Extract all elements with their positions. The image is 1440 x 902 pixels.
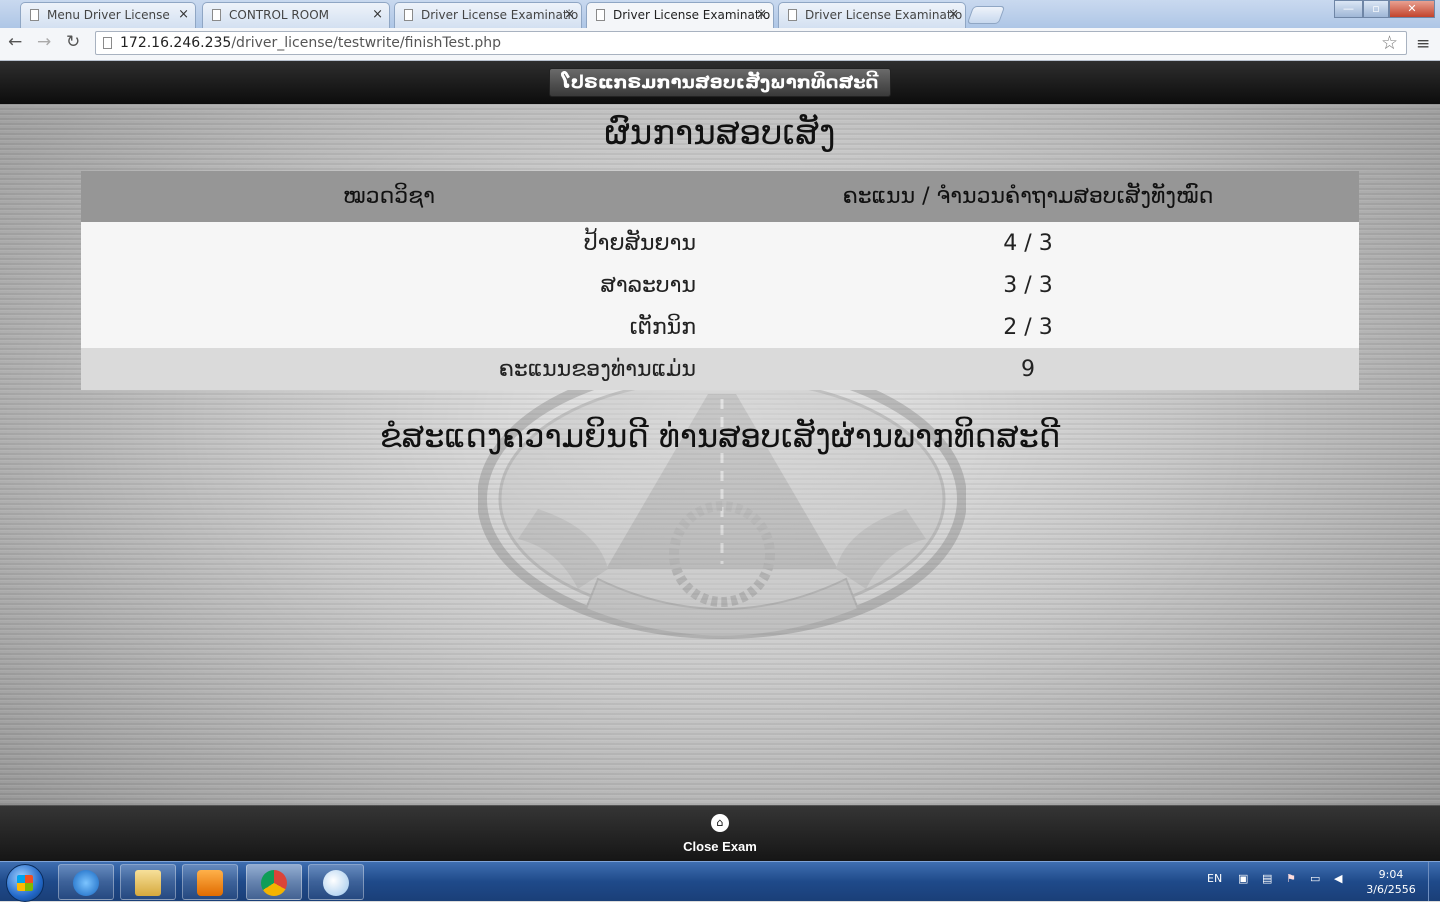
subject-cell: ສາລະບານ [81,264,697,306]
page-icon [788,9,797,21]
page-icon [404,9,413,21]
total-row: ຄະແນນຂອງທ່ານແມ່ນ 9 [81,348,1359,390]
url-host: 172.16.246.235 [120,35,232,51]
chrome-icon [261,870,287,896]
tab-close-icon[interactable]: × [372,7,383,22]
footer-bar: ⌂ Close Exam [0,805,1440,861]
tab-close-icon[interactable]: × [564,7,575,22]
address-bar[interactable]: 172.16.246.235/driver_license/testwrite/… [95,31,1407,55]
home-icon[interactable]: ⌂ [711,814,729,832]
tab-close-icon[interactable]: × [948,7,959,22]
page-icon [212,9,221,21]
url-path: /driver_license/testwrite/finishTest.php [231,35,502,51]
device-tray-icon[interactable]: ▤ [1262,872,1272,885]
network-tray-icon[interactable]: ▣ [1238,872,1248,885]
tab-close-icon[interactable]: × [178,7,189,22]
page-icon [596,9,605,21]
file-explorer-taskbar-icon[interactable] [120,864,176,900]
tab-driver-license-1[interactable]: Driver License Examinatio × [394,2,582,28]
forward-arrow-icon[interactable]: → [37,32,51,52]
action-center-flag-icon[interactable]: ⚑ [1286,872,1296,885]
tab-label: Driver License Examinatio [805,8,963,22]
table-header-row: ໝວດວິຊາ ຄະແນນ / ຈຳນວນຄຳຖາມສອບເສັງທັງໝົດ [81,171,1359,222]
bookmark-star-icon[interactable]: ☆ [1381,32,1398,54]
score-cell: 4 / 3 [697,222,1359,264]
subject-cell: ປ້າຍສັນຍານ [81,222,697,264]
column-header-score: ຄະແນນ / ຈຳນວນຄຳຖາມສອບເສັງທັງໝົດ [697,171,1359,222]
total-label: ຄະແນນຂອງທ່ານແມ່ນ [81,348,697,390]
restore-button[interactable]: ▫ [1363,0,1389,18]
table-row: ເຕັກນິກ 2 / 3 [81,306,1359,348]
ie-icon [73,870,99,896]
show-desktop-button[interactable] [1428,862,1440,901]
table-row: ສາລະບານ 3 / 3 [81,264,1359,306]
close-exam-button[interactable]: Close Exam [0,839,1440,854]
clock-date: 3/6/2556 [1366,883,1416,896]
tab-menu-driver-license[interactable]: Menu Driver License × [20,2,196,28]
result-title: ຜົນການສອບເສັງ [604,113,836,153]
minimize-button[interactable]: — [1334,0,1363,18]
windows-taskbar: EN ▣ ▤ ⚑ ▭ ◀ 9:04 3/6/2556 [0,861,1440,902]
tab-close-icon[interactable]: × [756,7,767,22]
tab-strip: Menu Driver License × CONTROL ROOM × Dri… [0,0,1440,29]
total-value: 9 [697,348,1359,390]
tab-label: CONTROL ROOM [229,8,329,22]
start-button[interactable] [6,864,44,902]
congratulations-message: ຂໍສະແດງຄວາມຍິນດີ ທ່ານສອບເສັງຜ່ານພາກທິດສະ… [379,417,1061,455]
tab-label: Menu Driver License [47,8,170,22]
window-close-button[interactable]: ✕ [1389,0,1435,18]
paint-taskbar-icon[interactable] [308,864,364,900]
tab-label: Driver License Examinatio [421,8,579,22]
folder-icon [135,870,161,896]
tab-label: Driver License Examinatio [613,8,771,22]
back-arrow-icon[interactable]: ← [8,32,22,52]
subject-cell: ເຕັກນິກ [81,306,697,348]
display-tray-icon[interactable]: ▭ [1310,872,1320,885]
score-cell: 3 / 3 [697,264,1359,306]
internet-explorer-taskbar-icon[interactable] [58,864,114,900]
language-indicator[interactable]: EN [1207,872,1222,885]
header-bar: ໂປຣແກຣມການສອບເສັງພາກທິດສະດີ [0,61,1440,104]
browser-toolbar: ← → ↻ 172.16.246.235/driver_license/test… [0,28,1440,61]
reload-icon[interactable]: ↻ [66,32,80,52]
tab-driver-license-active[interactable]: Driver License Examinatio × [586,2,774,29]
chrome-taskbar-icon[interactable] [246,864,302,900]
paint-icon [323,870,349,896]
score-cell: 2 / 3 [697,306,1359,348]
result-table: ໝວດວິຊາ ຄະແນນ / ຈຳນວນຄຳຖາມສອບເສັງທັງໝົດ … [81,171,1359,390]
column-header-subject: ໝວດວິຊາ [81,171,697,222]
clock-time: 9:04 [1378,868,1404,881]
tab-control-room[interactable]: CONTROL ROOM × [202,2,390,28]
new-tab-button[interactable] [966,6,1006,24]
browser-menu-icon[interactable]: ≡ [1416,34,1430,54]
media-player-taskbar-icon[interactable] [182,864,238,900]
program-title-button[interactable]: ໂປຣແກຣມການສອບເສັງພາກທິດສະດີ [549,68,891,97]
system-clock[interactable]: 9:04 3/6/2556 [1366,867,1416,897]
volume-icon[interactable]: ◀ [1334,872,1342,885]
media-player-icon [197,870,223,896]
exam-page: ໂປຣແກຣມການສອບເສັງພາກທິດສະດີ ຜົນການສອບເສັ… [0,61,1440,861]
table-row: ປ້າຍສັນຍານ 4 / 3 [81,222,1359,264]
page-icon [103,37,112,49]
tab-driver-license-3[interactable]: Driver License Examinatio × [778,2,966,28]
page-icon [30,9,39,21]
